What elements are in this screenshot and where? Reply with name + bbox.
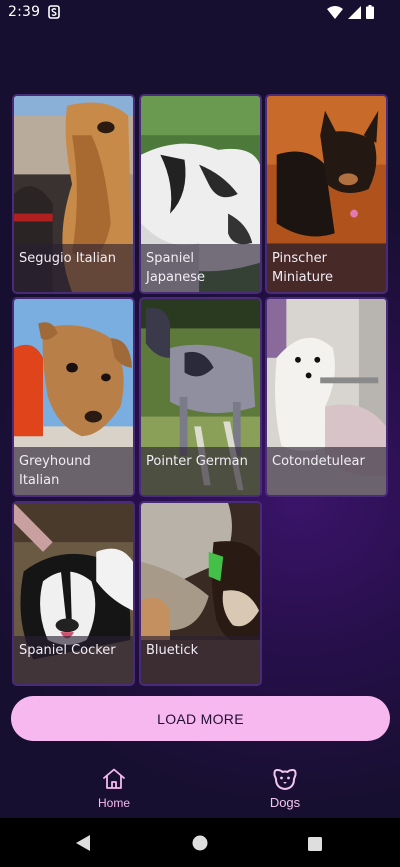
- nav-label-dogs: Dogs: [269, 795, 301, 810]
- cell-signal-icon: [348, 5, 361, 23]
- home-icon: [101, 766, 127, 792]
- nav-label-home: Home: [97, 796, 130, 810]
- nav-item-dogs[interactable]: Dogs: [230, 766, 340, 816]
- dog-card[interactable]: Spaniel Cocker: [12, 501, 135, 686]
- dog-card[interactable]: Pointer German: [139, 297, 262, 497]
- dog-card[interactable]: Greyhound Italian: [12, 297, 135, 497]
- dog-name: Greyhound Italian: [14, 447, 133, 495]
- dog-name: Bluetick: [141, 636, 260, 684]
- system-navigation-bar: [0, 818, 400, 867]
- dog-card[interactable]: Pinscher Miniature: [265, 94, 388, 294]
- status-bar: 2:39: [0, 0, 400, 26]
- load-more-button[interactable]: LOAD MORE: [11, 696, 390, 741]
- dog-card[interactable]: Cotondetulear: [265, 297, 388, 497]
- dog-face-icon: [272, 766, 298, 792]
- bottom-navigation: Home Dogs: [0, 760, 400, 818]
- back-icon[interactable]: [76, 835, 91, 855]
- notification-s-icon: [48, 5, 60, 19]
- dog-name: Spaniel Cocker: [14, 636, 133, 684]
- dog-name: Cotondetulear: [267, 447, 386, 495]
- dog-card[interactable]: Spaniel Japanese: [139, 94, 262, 294]
- status-time: 2:39: [8, 4, 41, 20]
- dog-card[interactable]: Segugio Italian: [12, 94, 135, 294]
- dog-name: Pinscher Miniature: [267, 244, 386, 292]
- home-circle-icon[interactable]: [192, 835, 208, 855]
- dog-name: Spaniel Japanese: [141, 244, 260, 292]
- nav-item-home[interactable]: Home: [59, 766, 169, 816]
- recents-icon[interactable]: [308, 836, 322, 855]
- battery-icon: [366, 5, 374, 23]
- dog-name: Segugio Italian: [14, 244, 133, 292]
- dog-card[interactable]: Bluetick: [139, 501, 262, 686]
- app-screen: 2:39 Segugio Italian Spaniel Japanese Pi…: [0, 0, 400, 818]
- dog-name: Pointer German: [141, 447, 260, 495]
- wifi-icon: [327, 5, 343, 23]
